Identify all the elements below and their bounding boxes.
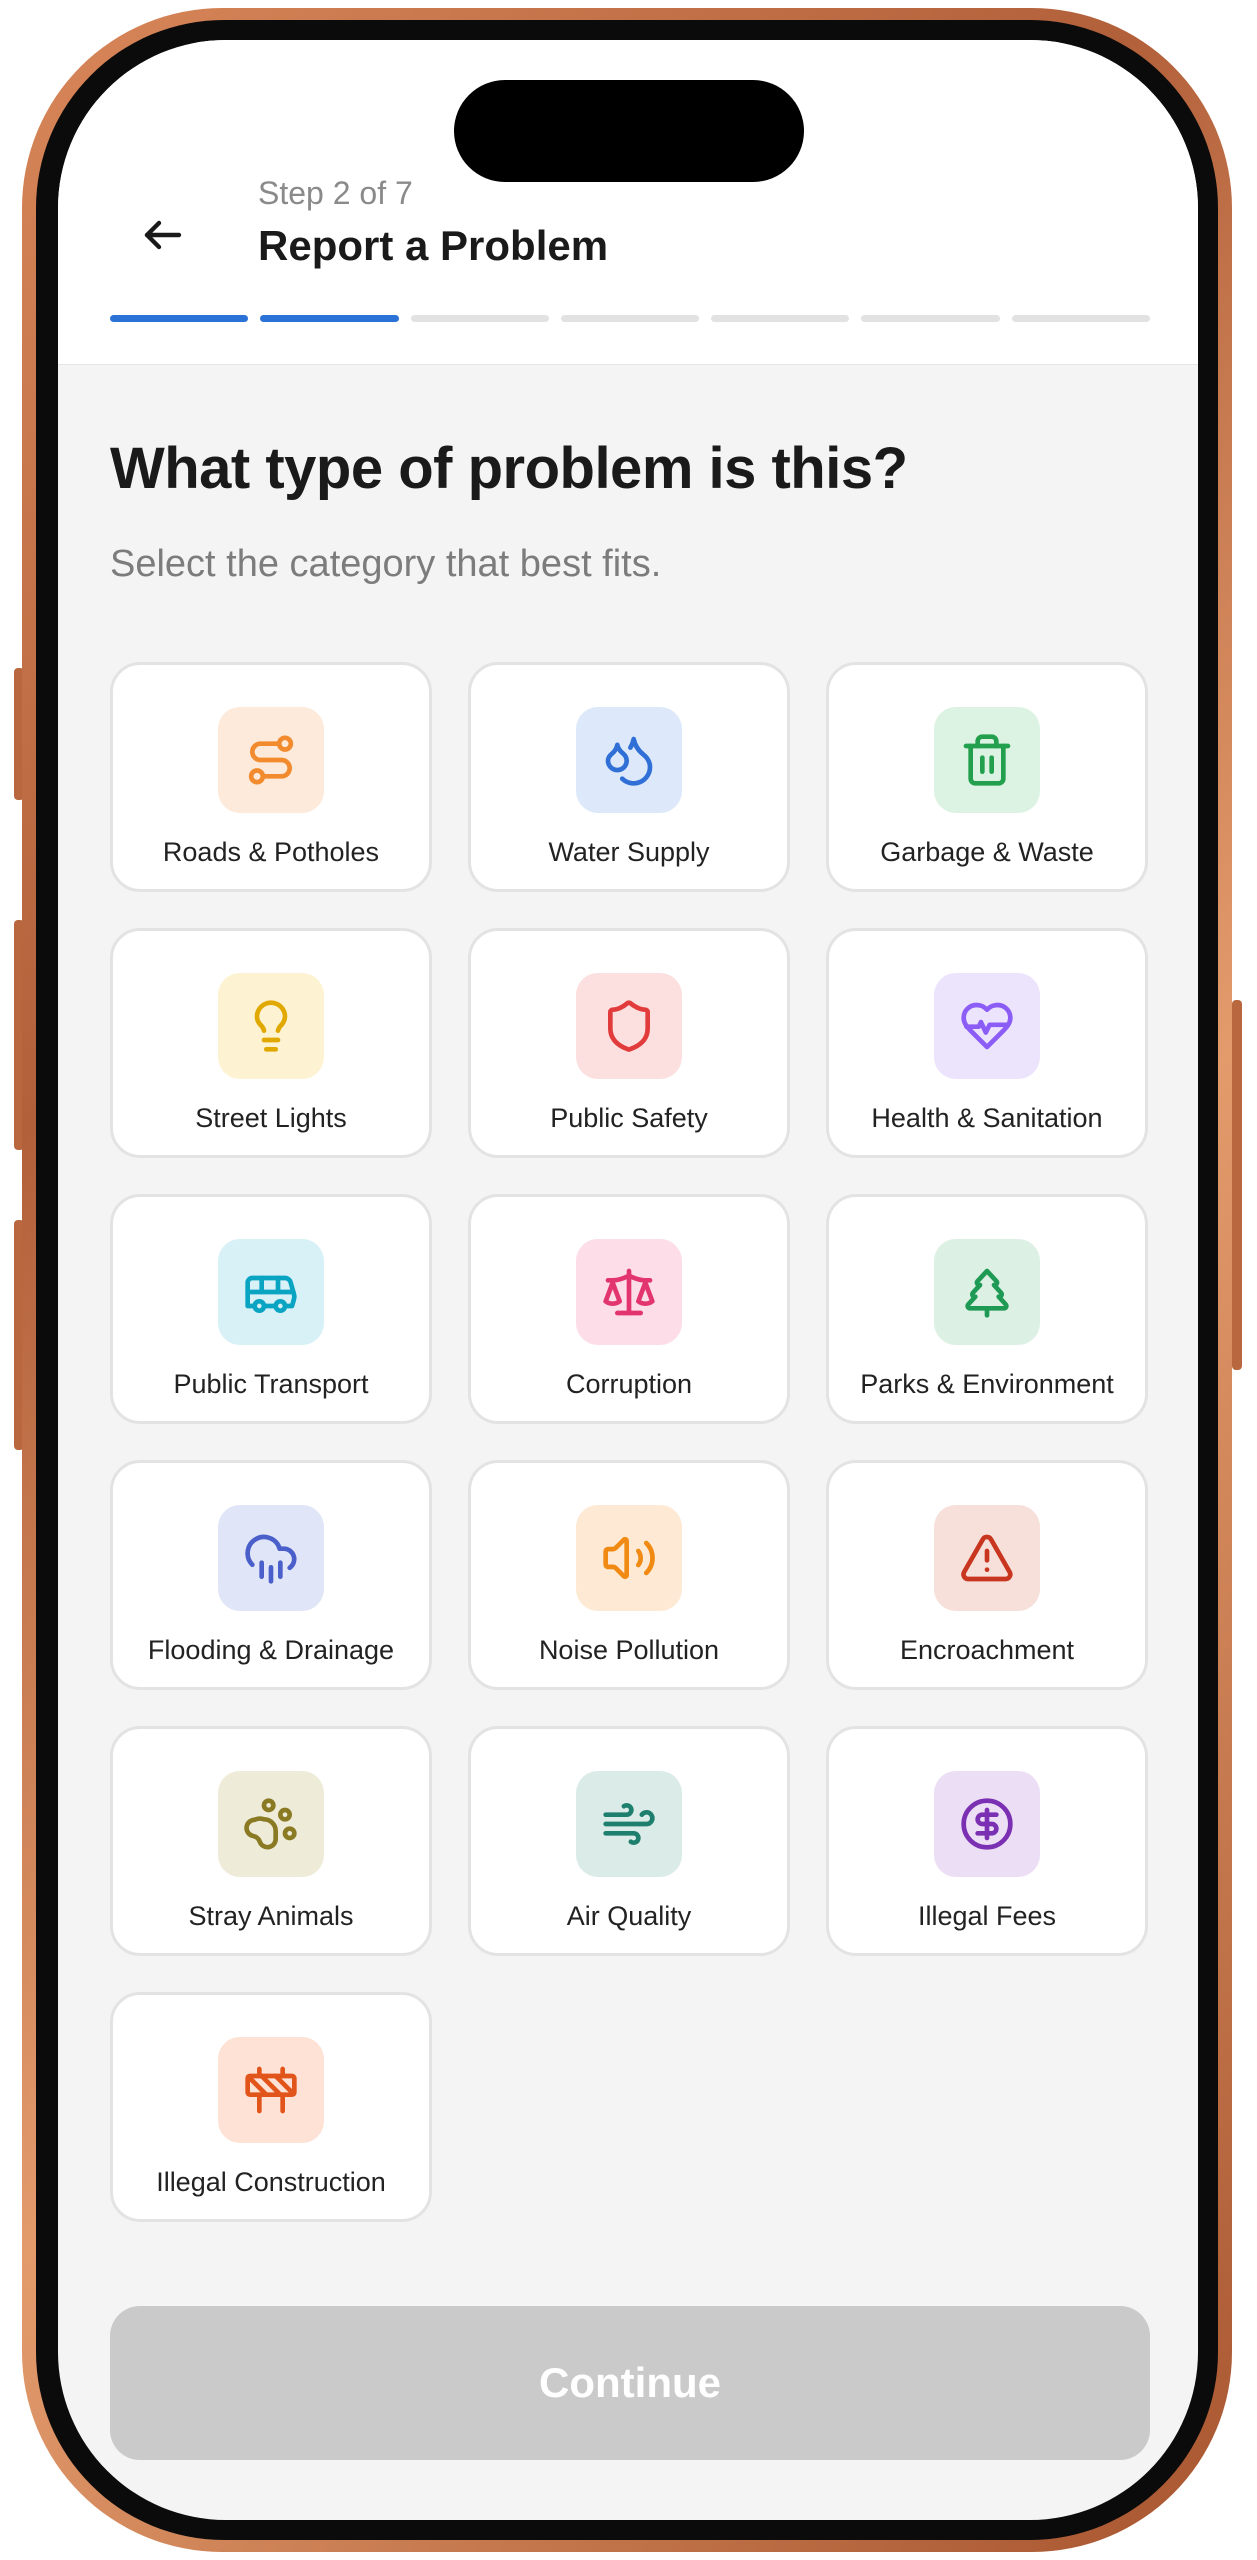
category-label: Illegal Construction [156,2167,386,2197]
page-title: Report a Problem [258,222,609,269]
dynamic-island [454,80,804,182]
category-icon-box [218,973,324,1079]
category-card-encroachment[interactable]: Encroachment [826,1460,1148,1690]
category-card-illegal-construction[interactable]: Illegal Construction [110,1992,432,2222]
progress-segment-5 [711,315,850,322]
category-icon-box [218,1505,324,1611]
wind-icon [603,1803,655,1845]
speaker-icon [603,1537,655,1579]
category-label: Public Transport [173,1369,369,1399]
app-screen: Step 2 of 7 Report a Problem What type o… [58,40,1198,2520]
question-title: What type of problem is this? [110,436,908,501]
category-label: Health & Sanitation [871,1103,1103,1133]
category-label: Garbage & Waste [880,837,1094,867]
category-card-street-lights[interactable]: Street Lights [110,928,432,1158]
category-icon-box [576,707,682,813]
category-icon-box [576,973,682,1079]
trash-icon [963,734,1011,786]
category-icon-box [218,707,324,813]
progress-segment-7 [1011,315,1150,322]
category-icon-box [218,1239,324,1345]
question-subtitle: Select the category that best fits. [110,543,662,585]
progress-segment-4 [560,315,700,322]
category-card-public-transport[interactable]: Public Transport [110,1194,432,1424]
step-progress-bar [110,315,1150,323]
category-card-noise-pollution[interactable]: Noise Pollution [468,1460,790,1690]
step-indicator: Step 2 of 7 [258,175,413,211]
category-icon-box [576,1505,682,1611]
progress-segment-1 [110,315,249,322]
droplets-icon [605,736,653,786]
scale-icon [603,1268,655,1316]
category-label: Street Lights [195,1103,347,1133]
phone-device: Step 2 of 7 Report a Problem What type o… [0,0,1257,2560]
category-label: Stray Animals [188,1901,354,1931]
category-icon-box [934,1239,1040,1345]
route-icon [248,735,294,785]
category-icon-box [934,707,1040,813]
progress-segment-3 [410,315,549,322]
category-label: Illegal Fees [917,1901,1057,1931]
category-card-corruption[interactable]: Corruption [468,1194,790,1424]
category-card-public-safety[interactable]: Public Safety [468,928,790,1158]
category-label: Parks & Environment [860,1369,1114,1399]
progress-segment-6 [861,315,1000,322]
category-grid: Roads & Potholes Water Supply Garbage & Wa… [110,662,1150,2222]
category-icon-box [576,1239,682,1345]
category-icon-box [934,1505,1040,1611]
power-button [1232,1000,1242,1370]
category-card-air-quality[interactable]: Air Quality [468,1726,790,1956]
category-card-parks-and-environment[interactable]: Parks & Environment [826,1194,1148,1424]
category-label: Roads & Potholes [162,837,380,867]
category-card-flooding-and-drainage[interactable]: Flooding & Drainage [110,1460,432,1690]
category-label: Water Supply [548,837,710,867]
progress-segment-2 [260,315,399,322]
tree-icon [965,1268,1009,1318]
category-label: Air Quality [566,1901,692,1931]
arrow-left-icon [144,220,182,250]
category-label: Flooding & Drainage [147,1635,395,1665]
category-label: Encroachment [899,1635,1075,1665]
barrier-icon [245,2066,297,2114]
category-label: Noise Pollution [538,1635,720,1665]
continue-button[interactable]: Continue [110,2306,1150,2460]
category-icon-box [218,1771,324,1877]
paw-icon [244,1798,297,1850]
category-card-water-supply[interactable]: Water Supply [468,662,790,892]
category-icon-box [576,1771,682,1877]
heart-pulse-icon [961,1002,1013,1050]
category-icon-box [934,1771,1040,1877]
dollar-icon [961,1798,1013,1850]
bus-icon [245,1275,297,1313]
shield-icon [608,1000,650,1052]
category-icon-box [218,2037,324,2143]
category-card-illegal-fees[interactable]: Illegal Fees [826,1726,1148,1956]
category-card-stray-animals[interactable]: Stray Animals [110,1726,432,1956]
category-icon-box [934,973,1040,1079]
cloud-rain-icon [245,1534,297,1584]
category-card-roads-and-potholes[interactable]: Roads & Potholes [110,662,432,892]
category-card-garbage-and-waste[interactable]: Garbage & Waste [826,662,1148,892]
category-card-health-and-sanitation[interactable]: Health & Sanitation [826,928,1148,1158]
warning-triangle-icon [961,1534,1013,1582]
category-label: Public Safety [550,1103,708,1133]
category-label: Corruption [565,1369,693,1399]
lightbulb-icon [254,1000,288,1052]
back-button[interactable] [118,190,208,280]
